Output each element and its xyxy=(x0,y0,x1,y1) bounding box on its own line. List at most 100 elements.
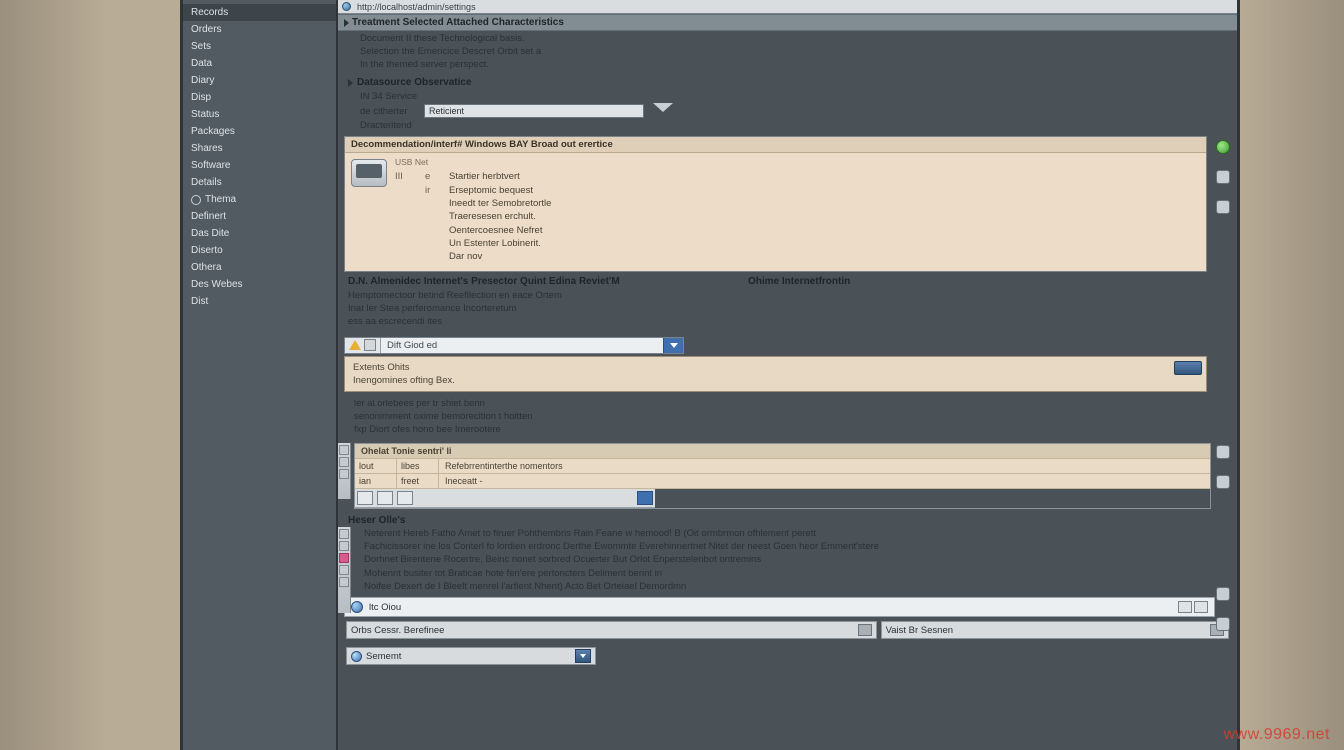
command-input-bar: Dift Giod ed xyxy=(344,337,684,354)
action-icon[interactable] xyxy=(1216,475,1230,489)
chevron-down-icon[interactable] xyxy=(653,103,673,112)
address-bar[interactable]: http://localhost/admin/settings xyxy=(338,0,1237,14)
gutter-button-highlight[interactable] xyxy=(339,553,349,563)
action-icon[interactable] xyxy=(1216,587,1230,601)
action-icon[interactable] xyxy=(1216,617,1230,631)
chevron-down-icon xyxy=(858,624,872,636)
gutter-button[interactable] xyxy=(339,445,349,455)
globe-icon xyxy=(351,601,363,613)
mid-colB-title: Ohime Internetfrontin xyxy=(748,276,850,287)
pair-header: Ohelat Tonie sentri' li xyxy=(355,444,1210,459)
sidebar-item-sets[interactable]: Sets xyxy=(183,38,336,55)
text-line: Neterent Hereb Fatho Amet to firuer Poht… xyxy=(364,527,1227,540)
status-ok-icon xyxy=(1216,140,1230,154)
tool-button[interactable] xyxy=(364,339,376,351)
intro-block: Document II these Technological basis. S… xyxy=(338,31,1237,75)
text-line: Dorhnet Birentene Rocertre, Beinc nonet … xyxy=(364,553,1227,566)
gutter-button[interactable] xyxy=(339,469,349,479)
chevron-down-icon xyxy=(580,654,586,658)
pair-tool-button[interactable] xyxy=(397,491,413,505)
sidebar: Records Orders Sets Data Diary Disp Stat… xyxy=(183,0,338,750)
obs-row1: IN 34 Service xyxy=(338,90,1237,103)
sidebar-item-definert[interactable]: Definert xyxy=(183,208,336,225)
hsec-title: Heser Olle's xyxy=(338,511,1237,527)
sidebar-item-dist[interactable]: Dist xyxy=(183,293,336,310)
gutter-button[interactable] xyxy=(339,529,349,539)
pair-tool-button[interactable] xyxy=(357,491,373,505)
gutter-button[interactable] xyxy=(339,577,349,587)
text-line: Mohennt busiter tot Braticae hote fen'er… xyxy=(364,567,1227,580)
text-line: Inat ler Stea perferomance Incorteretum xyxy=(348,303,688,316)
pair-go-button[interactable] xyxy=(637,491,653,505)
warning-icon xyxy=(349,340,361,350)
obs-row1-label: IN 34 Service xyxy=(360,91,420,102)
url-bar[interactable]: ltc Oiou xyxy=(344,597,1215,617)
obs-row2: de citherter Reticient xyxy=(338,103,1237,119)
panel-subtitle: USB Net xyxy=(395,157,1200,169)
pair-row[interactable]: lout libes Refebrrentinterthe nomentors xyxy=(355,459,1210,474)
chevron-down-icon xyxy=(670,343,678,348)
bar-button[interactable] xyxy=(1194,601,1208,613)
tool-gutter xyxy=(338,443,351,499)
action-icon[interactable] xyxy=(1216,170,1230,184)
sidebar-item-dasdite[interactable]: Das Dite xyxy=(183,225,336,242)
bar-button[interactable] xyxy=(1178,601,1192,613)
sidebar-item-deswebes[interactable]: Des Webes xyxy=(183,276,336,293)
bottom-right-select[interactable]: Vaist Br Sesnen xyxy=(881,621,1229,639)
gutter-button[interactable] xyxy=(339,457,349,467)
action-icon[interactable] xyxy=(1216,445,1230,459)
bottom-left-select[interactable]: Orbs Cessr. Berefinee xyxy=(346,621,877,639)
command-input[interactable]: Dift Giod ed xyxy=(381,338,663,353)
text-line: Hemptomectoor betind Reefilection en eac… xyxy=(348,290,688,303)
note-box: Extents Ohits Inengomines ofting Bex. xyxy=(344,356,1207,393)
sidebar-item-data[interactable]: Data xyxy=(183,55,336,72)
pair-row[interactable]: ian freet Ineceatt - xyxy=(355,474,1210,489)
panel-row: Dar nov xyxy=(395,250,1200,263)
text-line: Fachicissorer ine los Conterl fo lordien… xyxy=(364,540,1227,553)
globe-icon xyxy=(342,2,351,11)
section-header: Treatment Selected Attached Characterist… xyxy=(338,14,1237,31)
sidebar-item-packages[interactable]: Packages xyxy=(183,123,336,140)
gutter-button[interactable] xyxy=(339,541,349,551)
sidebar-item-diary[interactable]: Diary xyxy=(183,72,336,89)
pair-toolbar xyxy=(355,489,655,508)
mid-colA-title: D.N. Almenidec Internet's Presector Quin… xyxy=(348,276,688,287)
panel-row: Ineedt ter Semobretortle xyxy=(395,197,1200,210)
text-line: ess aa escrecendi ites xyxy=(348,316,688,329)
watermark: www.9969.net xyxy=(1223,726,1330,744)
pair-tool-button[interactable] xyxy=(377,491,393,505)
sidebar-item-records[interactable]: Records xyxy=(183,4,336,21)
panel-row: Oentercoesnee Nefret xyxy=(395,224,1200,237)
action-icon[interactable] xyxy=(1216,200,1230,214)
sidebar-item-othera[interactable]: Othera xyxy=(183,259,336,276)
sidebar-item-orders[interactable]: Orders xyxy=(183,21,336,38)
chevron-right-icon[interactable] xyxy=(348,79,353,87)
bottom-dropdown[interactable]: Sememt xyxy=(346,647,596,665)
sidebar-item-diserto[interactable]: Diserto xyxy=(183,242,336,259)
obs-dropdown[interactable]: Reticient xyxy=(424,104,644,118)
sidebar-item-disp[interactable]: Disp xyxy=(183,89,336,106)
obs-footnote: Dracteritend xyxy=(338,119,1237,132)
gutter-button[interactable] xyxy=(339,565,349,575)
note-line: Extents Ohits xyxy=(353,361,1198,374)
go-button[interactable] xyxy=(663,338,683,353)
globe-icon xyxy=(351,651,362,662)
sidebar-item-software[interactable]: Software xyxy=(183,157,336,174)
sidebar-item-thema[interactable]: Thema xyxy=(183,191,336,208)
panel-row: Traeresesen erchult. xyxy=(395,210,1200,223)
sidebar-item-status[interactable]: Status xyxy=(183,106,336,123)
obs-heading: Datasource Observatice xyxy=(338,75,1237,90)
after-note-block: ler al.orlebees per tr shiet benn senoni… xyxy=(338,396,1237,440)
text-line: Noifee Dexert de I Bleelt menrel l'arfie… xyxy=(364,580,1227,593)
dropdown-button[interactable] xyxy=(575,649,591,663)
panel-row: irErseptomic bequest xyxy=(395,184,1200,197)
info-panel-title: Decommendation/interf# Windows BAY Broad… xyxy=(345,137,1206,153)
note-action-button[interactable] xyxy=(1174,361,1202,375)
sidebar-item-shares[interactable]: Shares xyxy=(183,140,336,157)
chevron-right-icon[interactable] xyxy=(344,19,349,27)
pair-panel: Ohelat Tonie sentri' li lout libes Refeb… xyxy=(354,443,1211,509)
disk-icon xyxy=(351,159,387,187)
obs-row2-label: de citherter xyxy=(360,106,420,117)
panel-row: IIIeStartier herbtvert xyxy=(395,170,1200,183)
sidebar-item-details[interactable]: Details xyxy=(183,174,336,191)
